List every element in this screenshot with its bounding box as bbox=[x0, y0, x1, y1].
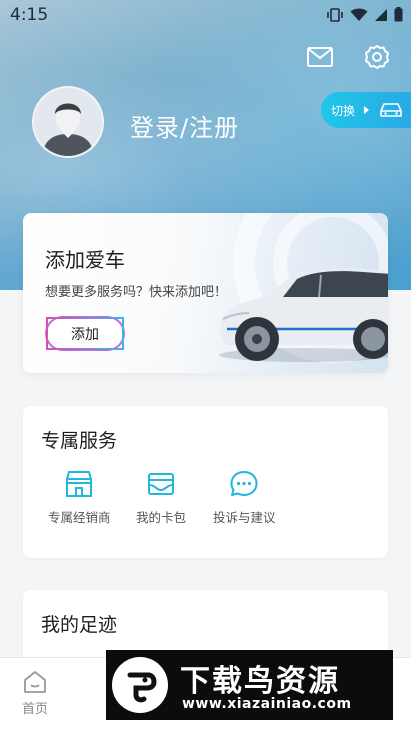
footprint-title: 我的足迹 bbox=[41, 614, 118, 636]
add-car-card: 添加爱车 想要更多服务吗？快来添加吧！ 添加 bbox=[23, 213, 388, 373]
mail-button[interactable] bbox=[305, 42, 335, 72]
service-dealer[interactable]: 专属经销商 bbox=[48, 470, 111, 526]
default-avatar-icon bbox=[34, 88, 102, 156]
status-icons bbox=[326, 7, 403, 22]
settings-button[interactable] bbox=[362, 42, 392, 72]
tab-home[interactable]: 首页 bbox=[22, 670, 48, 717]
bird-logo-mark bbox=[127, 672, 157, 703]
service-card-wallet[interactable]: 我的卡包 bbox=[136, 470, 186, 526]
service-label: 投诉与建议 bbox=[213, 510, 276, 525]
switch-vehicle-button[interactable]: 切换 bbox=[321, 92, 411, 128]
bird-logo-icon bbox=[112, 657, 168, 713]
store-icon bbox=[66, 471, 93, 497]
status-time: 4:15 bbox=[10, 5, 49, 25]
arrow-right-icon bbox=[364, 106, 370, 114]
tab-home-label: 首页 bbox=[22, 702, 49, 717]
mail-icon bbox=[307, 47, 333, 67]
car-icon bbox=[380, 103, 402, 117]
services-title: 专属服务 bbox=[41, 430, 118, 452]
battery-icon bbox=[394, 7, 403, 22]
vibrate-icon bbox=[327, 7, 343, 22]
wifi-icon bbox=[350, 8, 368, 21]
watermark-title: 下载鸟资源 bbox=[180, 664, 340, 699]
exclusive-services-card: 专属服务 专属经销商 我的卡包 投诉与建议 bbox=[23, 406, 388, 558]
card-wallet-icon bbox=[148, 473, 174, 495]
login-register-link[interactable]: 登录/注册 bbox=[130, 108, 239, 143]
add-car-button[interactable]: 添加 bbox=[46, 317, 124, 350]
settings-gear-icon bbox=[365, 45, 389, 69]
home-icon bbox=[24, 671, 46, 693]
status-bar: 4:15 bbox=[0, 0, 411, 30]
switch-label: 切换 bbox=[331, 103, 356, 118]
service-feedback[interactable]: 投诉与建议 bbox=[213, 470, 276, 526]
add-car-title: 添加爱车 bbox=[45, 248, 125, 272]
watermark-banner: 下载鸟资源 www.xiazainiao.com bbox=[106, 650, 393, 720]
car-image bbox=[219, 268, 388, 362]
cell-signal-icon bbox=[375, 8, 387, 21]
avatar[interactable] bbox=[32, 86, 104, 158]
service-label: 我的卡包 bbox=[136, 510, 187, 525]
chat-dots-icon bbox=[230, 471, 258, 496]
add-car-subtitle: 想要更多服务吗？快来添加吧！ bbox=[45, 285, 228, 300]
service-label: 专属经销商 bbox=[48, 510, 111, 525]
watermark-url: www.xiazainiao.com bbox=[182, 696, 352, 712]
